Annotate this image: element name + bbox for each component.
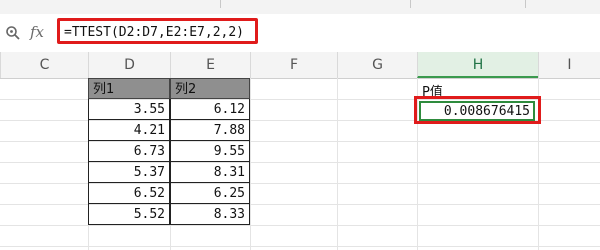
- table-cell[interactable]: 9.55: [170, 141, 250, 162]
- table-cell[interactable]: 5.37: [88, 162, 170, 183]
- ribbon-edge: [0, 0, 600, 15]
- table-cell[interactable]: 8.31: [170, 162, 250, 183]
- ribbon-divider: [220, 0, 221, 8]
- column-header-i[interactable]: I: [538, 52, 600, 78]
- table-cell[interactable]: 6.73: [88, 141, 170, 162]
- column-header-d[interactable]: D: [88, 52, 170, 78]
- table-cell[interactable]: 6.52: [88, 183, 170, 204]
- table-cell[interactable]: 3.55: [88, 99, 170, 120]
- column-header-row: C D E F G H I: [0, 52, 600, 79]
- column-header-h[interactable]: H: [417, 52, 538, 78]
- formula-input[interactable]: =TTEST(D2:D7,E2:E7,2,2): [64, 25, 244, 40]
- ribbon-divider: [410, 0, 411, 8]
- table-cell[interactable]: 7.88: [170, 120, 250, 141]
- table-header-col1[interactable]: 列1: [88, 78, 170, 99]
- column-header-g[interactable]: G: [337, 52, 417, 78]
- table-cell[interactable]: 6.12: [170, 99, 250, 120]
- column-header-f[interactable]: F: [250, 52, 337, 78]
- fx-button[interactable]: fx: [30, 23, 44, 41]
- formula-bar: fx =TTEST(D2:D7,E2:E7,2,2): [0, 14, 600, 53]
- column-header-e[interactable]: E: [170, 52, 250, 78]
- ribbon-divider: [525, 0, 526, 8]
- table-header-col2[interactable]: 列2: [170, 78, 250, 99]
- column-header-c[interactable]: C: [0, 52, 88, 78]
- zoom-icon[interactable]: [5, 25, 21, 41]
- table-cell[interactable]: 5.52: [88, 204, 170, 225]
- table-cell[interactable]: 6.25: [170, 183, 250, 204]
- p-value-cell[interactable]: 0.008676415: [419, 101, 535, 121]
- table-cell[interactable]: 4.21: [88, 120, 170, 141]
- sheet-grid[interactable]: 列1 列2 3.55 6.12 4.21 7.88 6.73 9.55 5.37…: [0, 78, 600, 250]
- formula-highlight-box: =TTEST(D2:D7,E2:E7,2,2): [57, 18, 258, 44]
- table-cell[interactable]: 8.33: [170, 204, 250, 225]
